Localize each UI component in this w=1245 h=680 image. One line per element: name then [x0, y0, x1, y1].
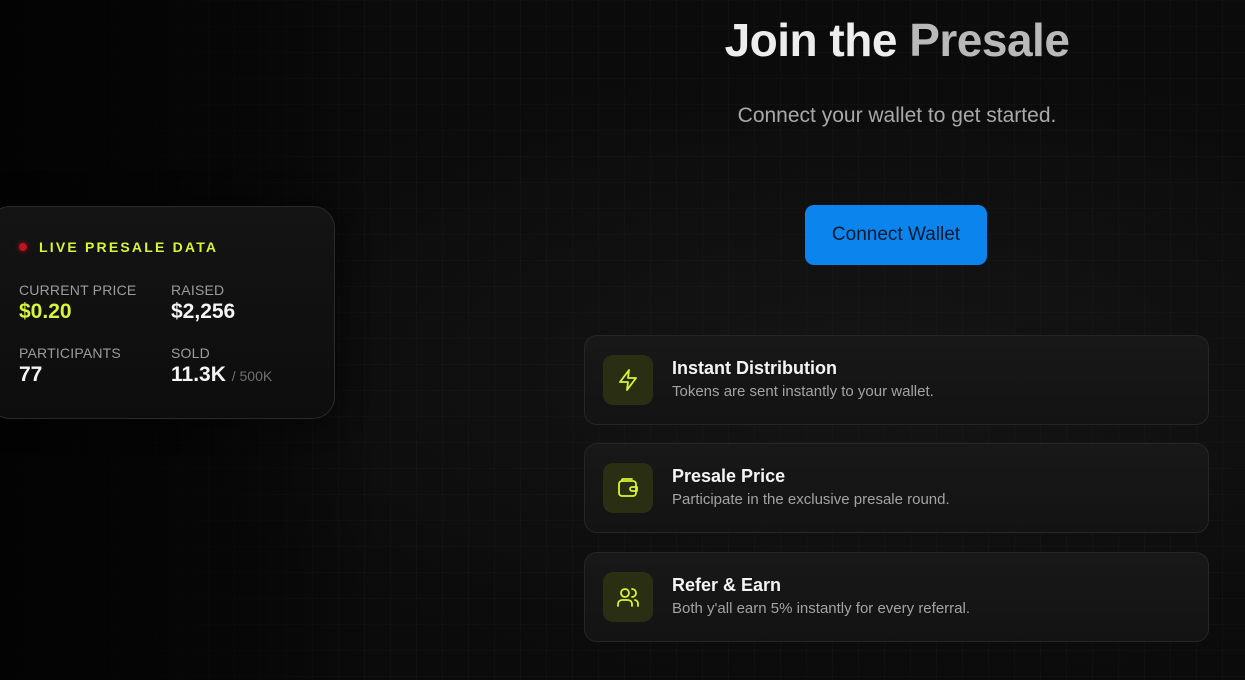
current-price-value: $0.20	[19, 300, 72, 323]
title-part-2: Presale	[909, 14, 1070, 66]
live-presale-card: LIVE PRESALE DATA CURRENT PRICE $0.20 RA…	[0, 206, 335, 419]
connect-wallet-button[interactable]: Connect Wallet	[805, 205, 987, 265]
participants-value: 77	[19, 363, 43, 386]
sold-value-row: 11.3K / 500K	[171, 363, 272, 387]
users-icon	[603, 572, 653, 622]
raised-label: RAISED	[171, 282, 225, 298]
live-label: LIVE PRESALE DATA	[39, 239, 219, 255]
page-title: Join the Presale	[585, 12, 1209, 68]
stat-participants: PARTICIPANTS 77	[19, 345, 121, 387]
sold-label: SOLD	[171, 345, 210, 361]
feature-description: Both y'all earn 5% instantly for every r…	[672, 600, 970, 617]
lightning-icon	[603, 355, 653, 405]
sold-value: 11.3K	[171, 363, 226, 386]
participants-label: PARTICIPANTS	[19, 345, 121, 361]
sold-total: / 500K	[231, 368, 273, 384]
page-subtitle: Connect your wallet to get started.	[737, 104, 1057, 127]
feature-title: Presale Price	[672, 466, 786, 486]
feature-description: Participate in the exclusive presale rou…	[672, 491, 950, 508]
live-indicator-dot	[19, 243, 27, 251]
feature-card-presale-price: Presale Price Participate in the exclusi…	[584, 443, 1209, 533]
feature-description: Tokens are sent instantly to your wallet…	[672, 383, 934, 400]
feature-card-instant-distribution: Instant Distribution Tokens are sent ins…	[584, 335, 1209, 425]
stat-sold: SOLD 11.3K / 500K	[171, 345, 272, 387]
current-price-label: CURRENT PRICE	[19, 282, 137, 298]
presale-page: Join the Presale Connect your wallet to …	[0, 0, 1245, 680]
feature-title: Refer & Earn	[672, 575, 782, 595]
stat-current-price: CURRENT PRICE $0.20	[19, 282, 136, 324]
wallet-icon	[603, 463, 653, 513]
feature-card-refer-earn: Refer & Earn Both y'all earn 5% instantl…	[584, 552, 1209, 642]
feature-title: Instant Distribution	[672, 358, 837, 378]
title-part-1: Join the	[724, 14, 898, 66]
raised-value: $2,256	[171, 300, 236, 323]
live-header: LIVE PRESALE DATA	[19, 239, 218, 255]
stat-raised: RAISED $2,256	[171, 282, 235, 324]
